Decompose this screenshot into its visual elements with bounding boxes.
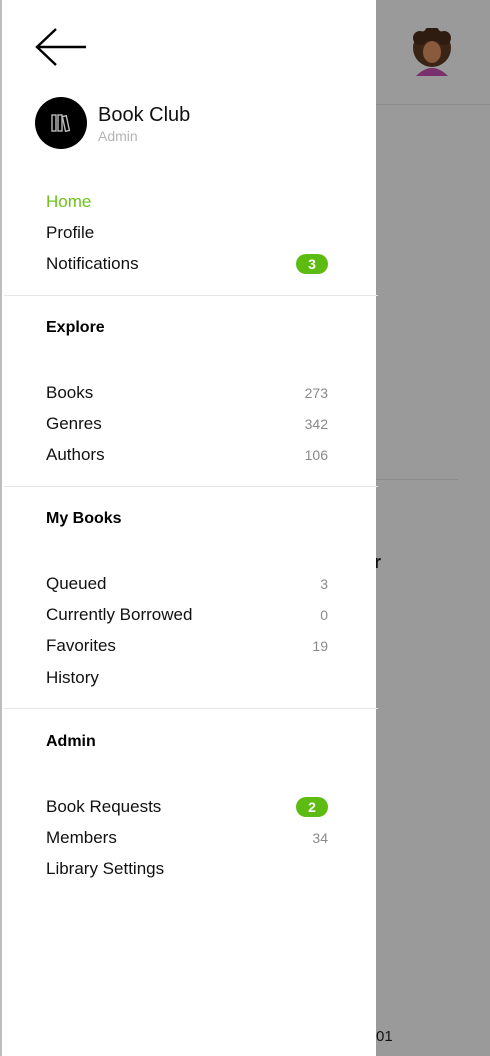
nav-item-library-settings[interactable]: Library Settings	[46, 855, 328, 883]
nav-item-authors[interactable]: Authors 106	[46, 441, 328, 469]
notification-badge: 3	[296, 254, 328, 274]
nav-item-history[interactable]: History	[46, 664, 328, 692]
nav-item-favorites[interactable]: Favorites 19	[46, 632, 328, 660]
item-count: 0	[320, 607, 328, 623]
nav-item-label: Authors	[46, 445, 105, 464]
nav-item-books[interactable]: Books 273	[46, 379, 328, 407]
nav-item-label: Book Requests	[46, 797, 162, 816]
nav-item-notifications[interactable]: Notifications 3	[46, 250, 328, 278]
requests-badge: 2	[296, 797, 328, 817]
nav-item-label: Currently Borrowed	[46, 605, 193, 624]
section-divider	[4, 486, 378, 487]
nav-item-label: Profile	[46, 223, 95, 242]
section-divider	[4, 708, 378, 709]
section-title-admin: Admin	[46, 733, 96, 750]
section-title-explore: Explore	[46, 319, 105, 336]
app-logo	[35, 97, 87, 149]
section-title-my-books: My Books	[46, 510, 122, 527]
back-button[interactable]	[34, 27, 90, 67]
navigation-drawer: Book Club Admin Home Profile Notificatio…	[0, 0, 378, 1056]
nav-item-label: History	[46, 668, 99, 687]
nav-item-queued[interactable]: Queued 3	[46, 570, 328, 598]
nav-item-genres[interactable]: Genres 342	[46, 410, 328, 438]
books-icon	[51, 114, 71, 133]
nav-item-label: Books	[46, 383, 94, 402]
nav-item-currently-borrowed[interactable]: Currently Borrowed 0	[46, 601, 328, 629]
nav-item-book-requests[interactable]: Book Requests 2	[46, 793, 328, 821]
background-number-fragment: 01	[376, 1028, 393, 1045]
nav-item-label: Notifications	[46, 254, 139, 273]
item-count: 106	[304, 447, 328, 463]
background-divider	[376, 479, 458, 480]
item-count: 34	[312, 830, 328, 846]
item-count: 19	[312, 638, 328, 654]
background-divider	[376, 104, 490, 105]
nav-item-label: Genres	[46, 414, 102, 433]
nav-item-profile[interactable]: Profile	[46, 219, 328, 247]
nav-item-label: Home	[46, 192, 92, 211]
nav-item-label: Queued	[46, 574, 107, 593]
user-role: Admin	[98, 128, 138, 144]
app-name: Book Club	[98, 104, 191, 126]
item-count: 273	[304, 385, 328, 401]
item-count: 342	[304, 416, 328, 432]
nav-item-members[interactable]: Members 34	[46, 824, 328, 852]
section-divider	[4, 295, 378, 296]
item-count: 3	[320, 576, 328, 592]
nav-item-label: Library Settings	[46, 859, 165, 878]
nav-item-label: Members	[46, 828, 117, 847]
nav-item-label: Favorites	[46, 636, 116, 655]
arrow-left-icon	[35, 28, 86, 66]
nav-item-home[interactable]: Home	[46, 188, 328, 216]
user-avatar[interactable]	[410, 26, 454, 76]
